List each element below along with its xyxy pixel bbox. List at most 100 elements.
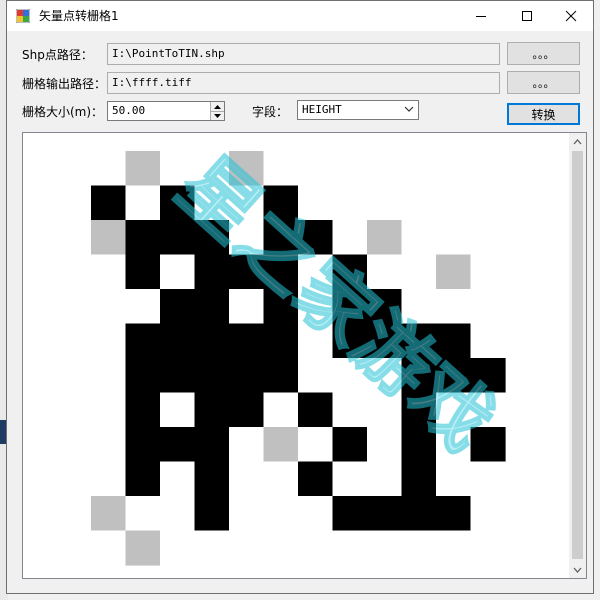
raster-cell — [160, 461, 196, 497]
raster-cell — [91, 461, 127, 497]
field-select-value: HEIGHT — [302, 103, 342, 116]
raster-cell — [229, 530, 265, 566]
spin-up-button[interactable] — [211, 102, 224, 111]
raster-cell — [229, 392, 265, 428]
raster-cell — [160, 289, 196, 325]
field-select[interactable]: HEIGHT — [297, 100, 419, 120]
chevron-down-icon — [404, 106, 414, 112]
raster-cell — [91, 530, 127, 566]
raster-cell — [160, 254, 196, 290]
raster-cell — [332, 392, 368, 428]
raster-cell — [298, 427, 334, 463]
raster-cell — [125, 220, 161, 256]
shp-path-field[interactable]: I:\PointToTIN.shp — [107, 43, 500, 65]
raster-cell — [367, 151, 403, 187]
raster-cell — [194, 358, 230, 394]
raster-cell — [263, 392, 299, 428]
raster-cell — [332, 496, 368, 532]
raster-cell — [332, 185, 368, 221]
raster-cell — [125, 530, 161, 566]
raster-cell — [125, 461, 161, 497]
raster-cell — [125, 289, 161, 325]
raster-cell — [160, 427, 196, 463]
raster-cell — [263, 323, 299, 359]
raster-cell — [401, 496, 437, 532]
raster-cell — [367, 461, 403, 497]
raster-cell — [91, 427, 127, 463]
raster-cell — [367, 427, 403, 463]
scroll-up-button[interactable] — [569, 133, 586, 150]
shp-path-label: Shp点路径： — [22, 48, 93, 62]
convert-button[interactable]: 转换 — [507, 103, 580, 125]
raster-cell — [298, 530, 334, 566]
raster-cell — [194, 392, 230, 428]
minimize-button[interactable] — [458, 1, 504, 31]
raster-cell — [194, 323, 230, 359]
raster-cell — [125, 496, 161, 532]
raster-cell — [401, 220, 437, 256]
raster-cell — [436, 185, 472, 221]
raster-cell — [160, 392, 196, 428]
raster-cell — [401, 530, 437, 566]
raster-cell — [125, 427, 161, 463]
field-label: 字段： — [252, 105, 289, 119]
chevron-up-icon — [573, 138, 582, 144]
close-button[interactable] — [548, 1, 594, 31]
raster-cell — [125, 151, 161, 187]
raster-cell — [229, 461, 265, 497]
scroll-down-button[interactable] — [569, 561, 586, 578]
raster-cell — [160, 358, 196, 394]
raster-cell — [194, 530, 230, 566]
raster-cell — [470, 185, 506, 221]
raster-cell — [91, 323, 127, 359]
raster-cell — [401, 151, 437, 187]
raster-cell — [125, 254, 161, 290]
raster-cell — [298, 461, 334, 497]
raster-cell — [401, 254, 437, 290]
raster-cell — [332, 461, 368, 497]
raster-cell — [436, 151, 472, 187]
chevron-down-icon — [573, 567, 582, 573]
raster-cell — [401, 185, 437, 221]
raster-cell — [298, 151, 334, 187]
spin-down-icon — [214, 114, 221, 118]
raster-cell — [160, 496, 196, 532]
raster-cell — [229, 496, 265, 532]
browse-output-button[interactable]: 。。。 — [507, 71, 580, 94]
raster-cell — [125, 185, 161, 221]
maximize-icon — [522, 11, 532, 21]
raster-cell — [436, 220, 472, 256]
raster-view-panel[interactable]: 星之家游戏 — [22, 132, 587, 579]
raster-cell — [263, 427, 299, 463]
raster-cell — [91, 220, 127, 256]
raster-cell — [263, 530, 299, 566]
raster-cell — [229, 358, 265, 394]
raster-cell — [470, 151, 506, 187]
title-bar[interactable]: 矢量点转栅格1 — [7, 1, 593, 31]
raster-cell — [125, 358, 161, 394]
raster-cell — [470, 254, 506, 290]
raster-cell — [229, 427, 265, 463]
raster-cell — [298, 496, 334, 532]
raster-cell — [470, 289, 506, 325]
raster-cell — [91, 151, 127, 187]
raster-cell — [436, 496, 472, 532]
browse-shp-button[interactable]: 。。。 — [507, 42, 580, 65]
raster-cell — [470, 496, 506, 532]
raster-cell — [194, 427, 230, 463]
spin-down-button[interactable] — [211, 111, 224, 120]
scrollbar-thumb[interactable] — [572, 151, 583, 559]
output-path-field[interactable]: I:\ffff.tiff — [107, 72, 500, 94]
raster-canvas: 星之家游戏 — [91, 139, 511, 566]
vertical-scrollbar[interactable] — [569, 133, 586, 578]
maximize-button[interactable] — [504, 1, 550, 31]
raster-cell — [160, 530, 196, 566]
cellsize-value: 50.00 — [112, 104, 146, 117]
raster-cell — [91, 496, 127, 532]
raster-cell — [91, 185, 127, 221]
cellsize-stepper[interactable]: 50.00 — [107, 101, 225, 121]
raster-cell — [263, 461, 299, 497]
raster-cell — [298, 358, 334, 394]
raster-cell — [332, 151, 368, 187]
raster-cell — [91, 254, 127, 290]
